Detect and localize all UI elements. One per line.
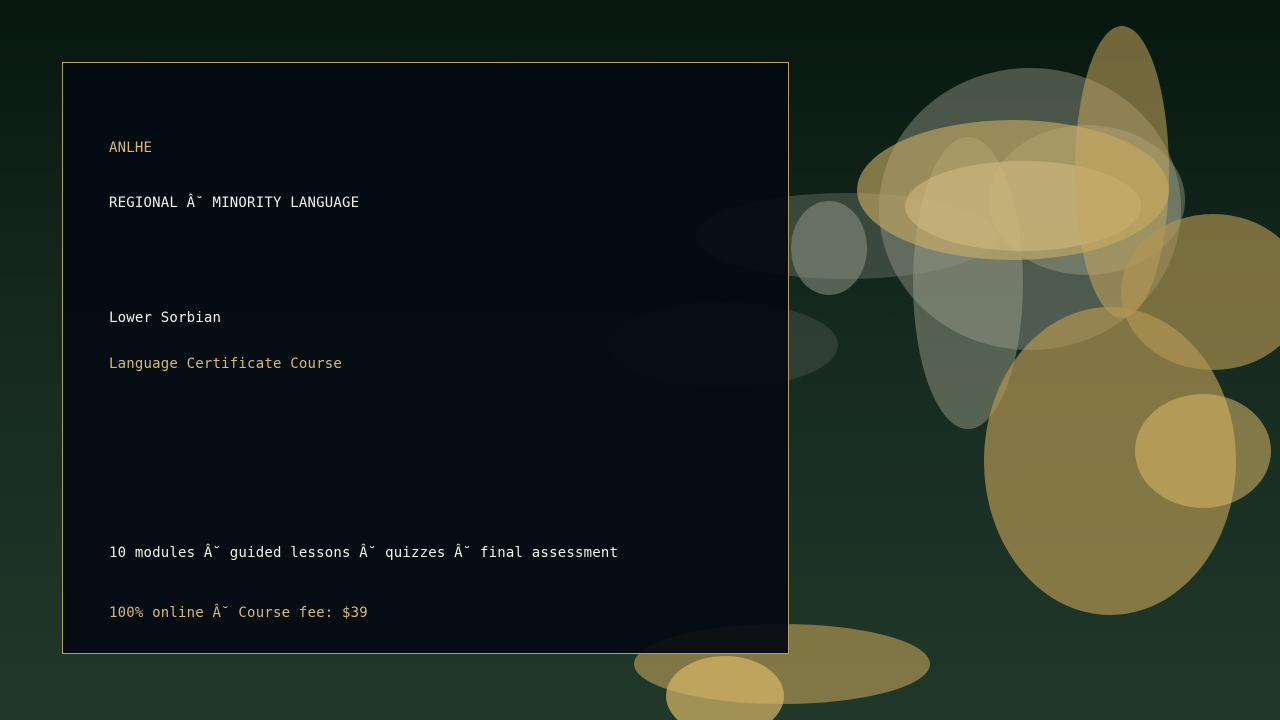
course-card: ANLHE REGIONAL Â˘ MINORITY LANGUAGE Lowe… — [62, 62, 789, 654]
category-label: REGIONAL Â˘ MINORITY LANGUAGE — [109, 195, 360, 211]
course-pricing: 100% online Â˘ Course fee: $39 — [109, 605, 368, 621]
bokeh-circle — [791, 201, 867, 295]
course-type: Language Certificate Course — [109, 356, 342, 372]
course-features: 10 modules Â˘ guided lessons Â˘ quizzes … — [109, 545, 619, 561]
brand-name: ANLHE — [109, 140, 153, 156]
language-name: Lower Sorbian — [109, 310, 222, 326]
bokeh-circle — [1135, 394, 1271, 508]
